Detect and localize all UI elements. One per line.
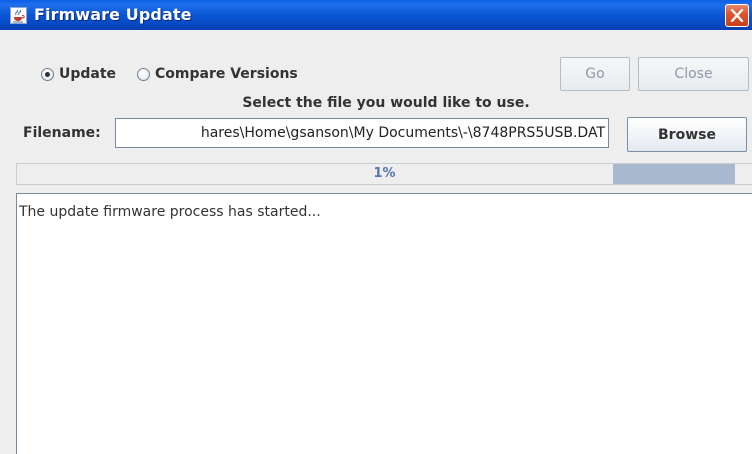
close-button[interactable]: Close	[638, 57, 749, 91]
instruction-text: Select the file you would like to use.	[242, 95, 530, 111]
log-text: The update firmware process has started.…	[19, 204, 321, 220]
go-button[interactable]: Go	[560, 57, 630, 91]
radio-selected-icon	[41, 67, 54, 81]
title-bar[interactable]: Firmware Update	[0, 0, 752, 30]
filename-value: hares\Home\gsanson\My Documents\-\8748PR…	[200, 125, 605, 141]
browse-button[interactable]: Browse	[627, 117, 747, 152]
log-textarea[interactable]: The update firmware process has started.…	[16, 193, 752, 454]
radio-unselected-icon	[137, 67, 150, 81]
radio-compare-versions[interactable]: Compare Versions	[137, 66, 298, 82]
firmware-update-window: Firmware Update Update Compare Versions …	[0, 0, 752, 454]
close-x-icon[interactable]	[725, 4, 749, 27]
filename-label: Filename:	[23, 125, 101, 141]
window-title: Firmware Update	[34, 5, 192, 24]
radio-compare-label: Compare Versions	[155, 66, 298, 82]
filename-field[interactable]: hares\Home\gsanson\My Documents\-\8748PR…	[115, 118, 609, 148]
java-cup-icon	[10, 7, 27, 24]
progress-percent: 1%	[373, 166, 396, 181]
radio-update-label: Update	[59, 66, 117, 82]
progress-bar: 1%	[16, 163, 752, 185]
radio-update[interactable]: Update	[41, 66, 116, 82]
